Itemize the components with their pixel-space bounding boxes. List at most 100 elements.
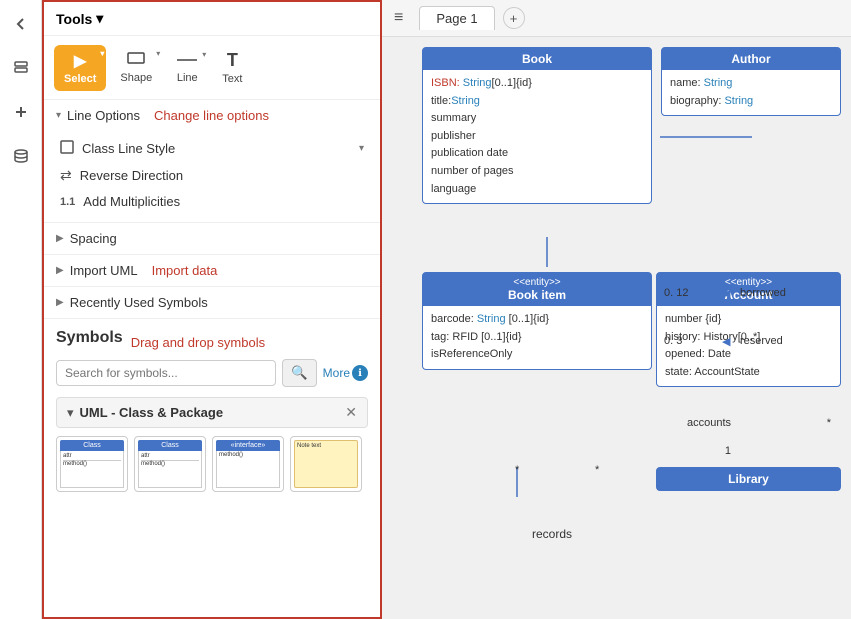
reverse-direction-icon: ⇄ xyxy=(60,167,72,184)
book-body: ISBN: String[0..1]{id} title:String summ… xyxy=(423,70,651,203)
class-thumb[interactable]: Class attr method() xyxy=(56,436,128,492)
select-label: Select xyxy=(64,73,96,85)
recently-used-section: ▶ Recently Used Symbols xyxy=(44,287,380,319)
book-attr-pages: number of pages xyxy=(431,163,643,181)
search-button[interactable]: 🔍 xyxy=(282,359,317,387)
shape-icon xyxy=(127,51,145,70)
hamburger-button[interactable]: ≡ xyxy=(394,9,403,27)
symbols-annotation: Drag and drop symbols xyxy=(131,335,265,350)
class2-thumb[interactable]: Class attr method() xyxy=(134,436,206,492)
search-input[interactable] xyxy=(56,360,276,386)
line-tool[interactable]: Line ▾ xyxy=(166,46,208,90)
recently-used-title: Recently Used Symbols xyxy=(70,295,208,310)
uml-package-header[interactable]: ▾ UML - Class & Package ✕ xyxy=(56,397,368,428)
layers-icon[interactable] xyxy=(7,54,35,82)
borrowed-label: borrowed xyxy=(740,287,786,299)
book-item-box[interactable]: <<entity>> Book item barcode: String [0.… xyxy=(422,272,652,370)
reverse-direction-row[interactable]: ⇄ Reverse Direction xyxy=(44,162,380,189)
canvas-content: Book ISBN: String[0..1]{id} title:String… xyxy=(382,37,851,619)
spacing-title: Spacing xyxy=(70,231,117,246)
import-uml-header[interactable]: ▶ Import UML Import data xyxy=(44,255,380,286)
page-tab[interactable]: Page 1 xyxy=(419,6,494,30)
tools-title: Tools xyxy=(56,11,92,27)
book-attr-summary: summary xyxy=(431,110,643,128)
account-attr-number: number {id} xyxy=(665,311,832,329)
add-icon[interactable] xyxy=(7,98,35,126)
more-info-icon: ℹ xyxy=(352,365,368,381)
book-header: Book xyxy=(423,48,651,70)
search-icon: 🔍 xyxy=(291,365,308,380)
reserved-arrow: ◀ xyxy=(722,335,730,348)
nav-sidebar xyxy=(0,0,42,619)
class-thumb-header: Class xyxy=(60,440,124,451)
interface-thumb[interactable]: «interface» method() xyxy=(212,436,284,492)
account-attr-state: state: AccountState xyxy=(665,364,832,382)
author-body: name: String biography: String xyxy=(662,70,840,115)
more-label: More xyxy=(323,366,350,380)
reserved-label: reserved xyxy=(740,335,783,347)
symbols-section: Symbols Drag and drop symbols 🔍 More ℹ ▾… xyxy=(44,319,380,502)
book-item-header2: Book item xyxy=(431,288,643,302)
class-line-style-icon xyxy=(60,140,74,157)
import-uml-annotation: Import data xyxy=(152,263,218,278)
import-uml-title: Import UML xyxy=(70,263,138,278)
add-multiplicities-label: Add Multiplicities xyxy=(83,194,180,209)
line-options-content: Class Line Style ▾ ⇄ Reverse Direction 1… xyxy=(44,131,380,222)
num-1-label: 1 xyxy=(725,445,731,457)
author-attr-name: name: String xyxy=(670,75,832,93)
symbols-title: Symbols xyxy=(56,329,123,347)
line-options-chevron: ▾ xyxy=(56,110,61,121)
borrowed-arrow: ◀ xyxy=(722,287,730,300)
back-button[interactable] xyxy=(7,10,35,38)
tools-chevron: ▾ xyxy=(96,10,103,27)
import-uml-chevron: ▶ xyxy=(56,265,64,276)
class-line-style-chevron: ▾ xyxy=(359,143,364,154)
reserved-left-label: 0. 3 xyxy=(664,335,682,347)
note-thumb[interactable]: Note text xyxy=(290,436,362,492)
text-icon: T xyxy=(227,50,238,71)
accounts-label: accounts xyxy=(687,417,731,429)
add-multiplicities-row[interactable]: 1.1 Add Multiplicities xyxy=(44,189,380,214)
book-item-attr-ref: isReferenceOnly xyxy=(431,346,643,364)
select-icon: ▶ xyxy=(74,51,86,71)
library-header: Library xyxy=(657,468,840,490)
spacing-header[interactable]: ▶ Spacing xyxy=(44,223,380,254)
borrowed-left-label: 0. 12 xyxy=(664,287,688,299)
library-box[interactable]: Library xyxy=(656,467,841,491)
shape-dropdown-icon: ▾ xyxy=(156,49,160,58)
book-attr-publisher: publisher xyxy=(431,128,643,146)
author-box[interactable]: Author name: String biography: String xyxy=(661,47,841,116)
class-thumb-body: attr method() xyxy=(60,451,124,488)
author-attr-bio: biography: String xyxy=(670,93,832,111)
line-options-annotation: Change line options xyxy=(154,108,269,123)
add-page-icon: + xyxy=(510,11,518,26)
uml-package-close[interactable]: ✕ xyxy=(345,404,357,421)
database-icon[interactable] xyxy=(7,142,35,170)
text-label: Text xyxy=(222,73,242,85)
interface-thumb-header: «interface» xyxy=(216,440,280,451)
note-thumb-body: Note text xyxy=(294,440,358,488)
symbol-thumbnails: Class attr method() Class attr method() … xyxy=(56,436,368,492)
text-tool[interactable]: T Text xyxy=(212,44,252,91)
book-box[interactable]: Book ISBN: String[0..1]{id} title:String… xyxy=(422,47,652,204)
recently-used-header[interactable]: ▶ Recently Used Symbols xyxy=(44,287,380,318)
spacing-chevron: ▶ xyxy=(56,233,64,244)
line-options-title: Line Options xyxy=(67,108,140,123)
more-button[interactable]: More ℹ xyxy=(323,365,368,381)
book-item-header: <<entity>> Book item xyxy=(423,273,651,306)
book-attr-isbn: ISBN: String[0..1]{id} xyxy=(431,75,643,93)
class-line-style-row[interactable]: Class Line Style ▾ xyxy=(44,135,380,162)
tools-header[interactable]: Tools ▾ xyxy=(44,2,380,36)
line-label: Line xyxy=(177,72,198,84)
add-page-button[interactable]: + xyxy=(503,7,525,29)
line-options-header[interactable]: ▾ Line Options Change line options xyxy=(44,100,380,131)
reverse-direction-label: Reverse Direction xyxy=(80,168,183,183)
select-tool[interactable]: ▶ Select ▾ xyxy=(54,45,106,91)
uml-package-title: UML - Class & Package xyxy=(80,405,346,420)
star-bottom1: * xyxy=(515,464,519,476)
canvas-area: ≡ Page 1 + Book ISBN: String[0..1]{id} xyxy=(382,0,851,619)
add-multiplicities-icon: 1.1 xyxy=(60,196,75,208)
star-bottom2: * xyxy=(595,464,599,476)
shape-tool[interactable]: Shape ▾ xyxy=(110,45,162,90)
tools-toolbar: ▶ Select ▾ Shape ▾ Line ▾ T xyxy=(44,36,380,100)
